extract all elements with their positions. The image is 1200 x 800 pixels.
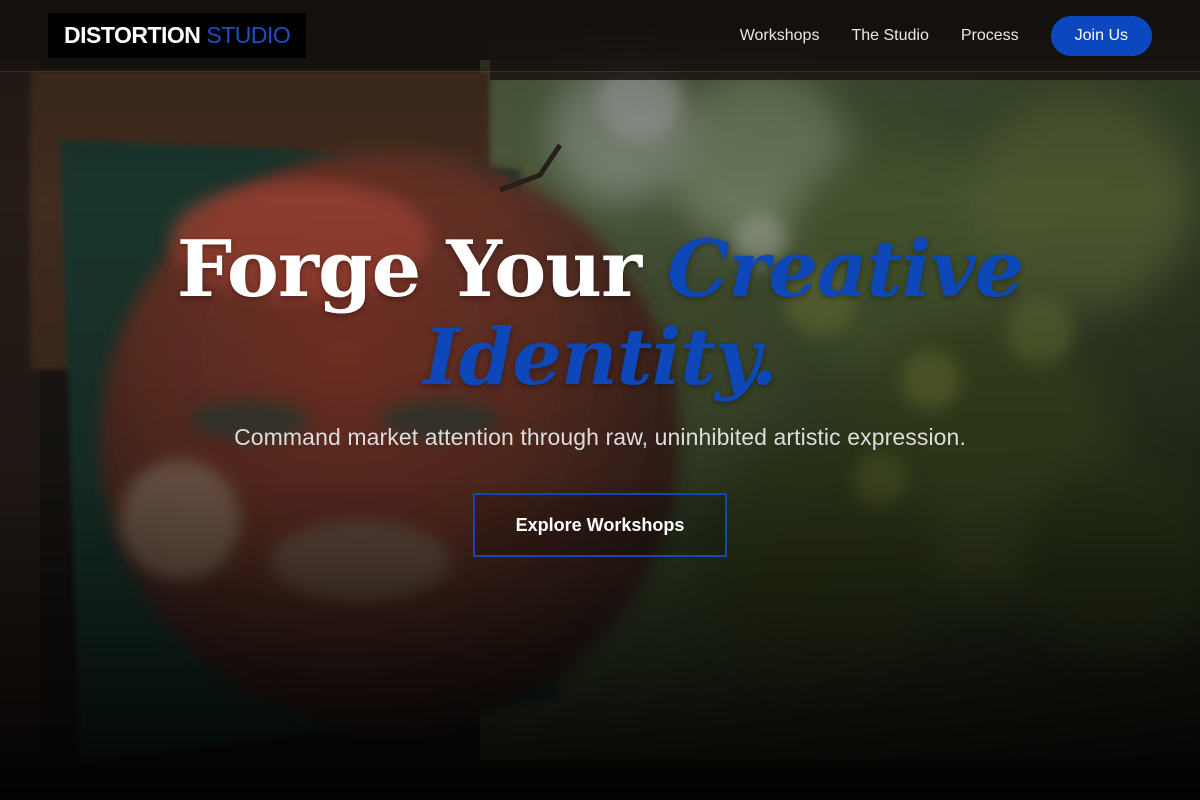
hero-title-accent-creative: Creative — [667, 224, 1024, 315]
landing-page: DISTORTION STUDIO Workshops The Studio P… — [0, 0, 1200, 800]
logo[interactable]: DISTORTION STUDIO — [48, 13, 307, 58]
join-us-button[interactable]: Join Us — [1050, 16, 1152, 56]
main-nav: Workshops The Studio Process Join Us — [740, 16, 1152, 56]
nav-link-process[interactable]: Process — [961, 27, 1019, 45]
logo-accent-text: STUDIO — [206, 22, 291, 48]
nav-link-the-studio[interactable]: The Studio — [851, 27, 928, 45]
hero-title: Forge Your Creative Identity. — [0, 226, 1200, 402]
hero-subtitle: Command market attention through raw, un… — [234, 424, 966, 450]
hero-title-plain: Forge Your — [176, 224, 642, 315]
nav-link-workshops[interactable]: Workshops — [740, 27, 820, 45]
hero-section: Forge Your Creative Identity. Command ma… — [0, 226, 1200, 557]
hero-title-accent-identity: Identity. — [423, 312, 778, 403]
explore-workshops-button[interactable]: Explore Workshops — [473, 493, 727, 557]
logo-primary-text: DISTORTION — [64, 22, 201, 48]
cta-wrapper: Explore Workshops — [0, 493, 1200, 557]
site-header: DISTORTION STUDIO Workshops The Studio P… — [0, 0, 1200, 72]
